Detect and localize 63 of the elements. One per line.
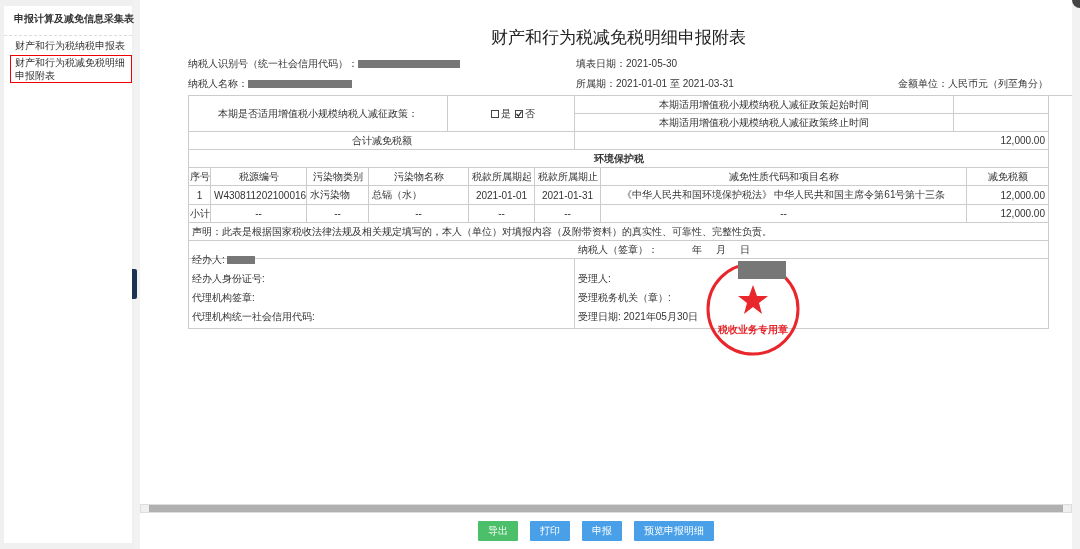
table-cell: 本期适用增值税小规模纳税人减征政策起始时间 xyxy=(575,96,954,114)
column-header: 减免性质代码和项目名称 xyxy=(601,168,967,186)
sidebar-item[interactable]: 财产和行为税减免税明细申报附表 xyxy=(10,55,132,83)
table-cell: -- xyxy=(469,205,535,223)
date-label: 日 xyxy=(740,242,750,257)
column-header: 污染物名称 xyxy=(369,168,469,186)
taxpayer-name-label: 纳税人名称： xyxy=(188,77,248,91)
collapse-handle[interactable] xyxy=(132,269,137,299)
checkbox[interactable] xyxy=(515,109,523,118)
receiver-label: 受理人: xyxy=(578,272,612,286)
table-cell: 12,000.00 xyxy=(575,132,1049,150)
table-cell: 12,000.00 xyxy=(967,186,1049,205)
column-header: 税源编号 xyxy=(211,168,307,186)
column-header: 污染物类别 xyxy=(307,168,369,186)
taxpayer-id-label: 纳税人识别号（统一社会信用代码）： xyxy=(188,57,358,71)
action-button[interactable]: 导出 xyxy=(478,521,518,541)
horizontal-scrollbar[interactable] xyxy=(140,504,1072,513)
redaction-bar xyxy=(226,256,255,264)
table-cell: 12,000.00 xyxy=(967,205,1049,223)
section-title: 环境保护税 xyxy=(189,150,1049,168)
table-cell: 1 xyxy=(189,186,211,205)
sidebar-item[interactable]: 财产和行为税纳税申报表 xyxy=(10,38,132,53)
agent-label: 经办人身份证号: xyxy=(192,272,265,286)
table-cell: 2021-01-31 xyxy=(535,186,601,205)
period: 所属期：2021-01-01 至 2021-03-31 xyxy=(576,77,734,91)
date-label: 月 xyxy=(716,242,726,257)
amount-unit: 金额单位：人民币元（列至角分） xyxy=(898,77,1048,91)
agent-label: 代理机构签章: xyxy=(192,291,255,305)
table-cell: -- xyxy=(307,205,369,223)
action-button[interactable]: 打印 xyxy=(530,521,570,541)
table-cell: -- xyxy=(211,205,307,223)
table-cell: W430811202100016 xyxy=(211,186,307,205)
column-header: 税款所属期起 xyxy=(469,168,535,186)
form-title: 财产和行为税减免税明细申报附表 xyxy=(489,27,747,49)
table-cell: 水污染物 xyxy=(307,186,369,205)
redaction-bar xyxy=(738,261,786,279)
signature-label: 纳税人（签章）： xyxy=(578,242,658,257)
column-header: 序号 xyxy=(189,168,211,186)
agent-label: 经办人: xyxy=(192,253,225,267)
checkbox[interactable] xyxy=(491,109,499,118)
table-cell: 2021-01-01 xyxy=(469,186,535,205)
table-cell: -- xyxy=(535,205,601,223)
option-label: 是 xyxy=(501,106,511,121)
action-button[interactable]: 预览申报明细 xyxy=(634,521,714,541)
date-label: 年 xyxy=(692,242,702,257)
column-header: 税款所属期止 xyxy=(535,168,601,186)
table-cell: 《中华人民共和国环境保护税法》 中华人民共和国主席令第61号第十三条 xyxy=(601,186,967,205)
column-header: 减免税额 xyxy=(967,168,1049,186)
receiver-label: 受理税务机关（章）: xyxy=(578,291,672,305)
declaration-text: 声明：此表是根据国家税收法律法规及相关规定填写的，本人（单位）对填报内容（及附带资料）的真实性、可靠性、完整性负责。 xyxy=(189,223,1049,241)
table-cell: 本期是否适用增值税小规模纳税人减征政策： xyxy=(189,96,448,132)
fill-date: 填表日期：2021-05-30 xyxy=(576,57,678,71)
table-cell: -- xyxy=(601,205,967,223)
action-button[interactable]: 申报 xyxy=(582,521,622,541)
option-label: 否 xyxy=(525,106,535,121)
receiver-label: 受理日期: 2021年05月30日 xyxy=(578,310,700,324)
sidebar-title: 申报计算及减免信息采集表 xyxy=(4,12,132,36)
table-cell: 合计减免税额 xyxy=(189,132,575,150)
table-cell: 本期适用增值税小规模纳税人减征政策终止时间 xyxy=(575,114,954,132)
agent-label: 代理机构统一社会信用代码: xyxy=(192,310,315,324)
table-cell: -- xyxy=(369,205,469,223)
table-cell: 小计 xyxy=(189,205,211,223)
table-cell: 总镉（水） xyxy=(369,186,469,205)
